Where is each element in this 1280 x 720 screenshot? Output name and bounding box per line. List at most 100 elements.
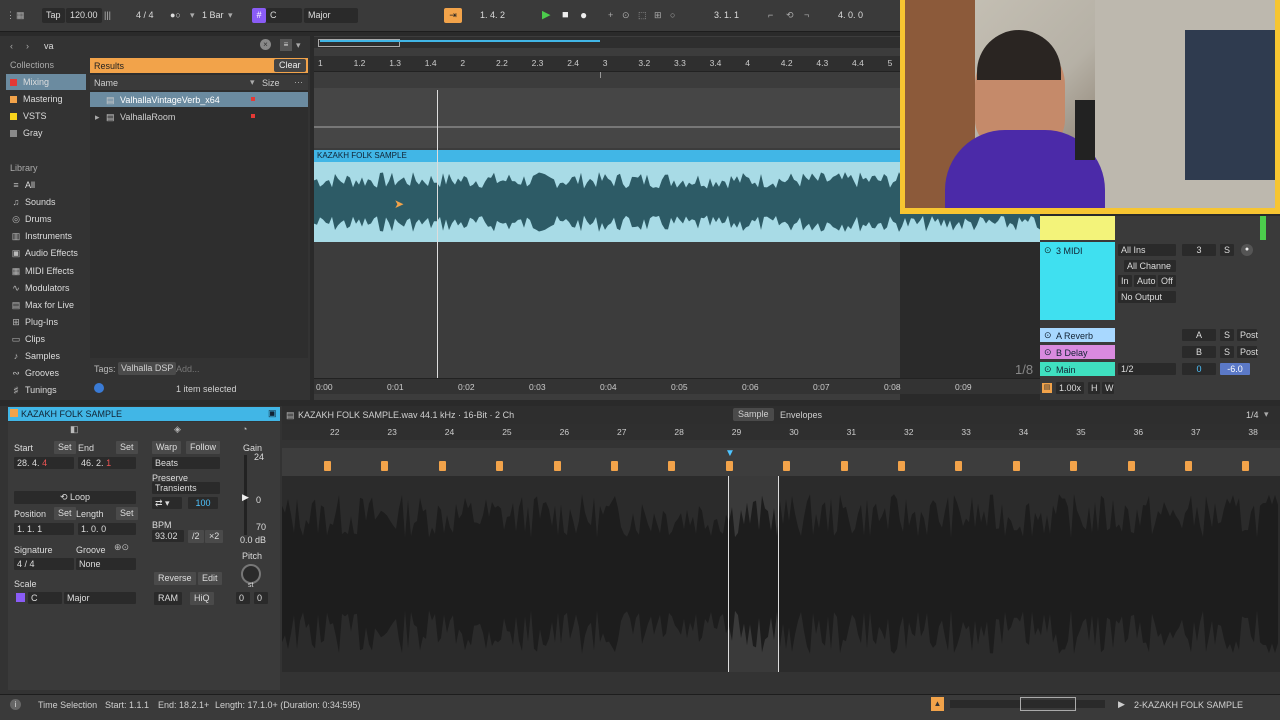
post-button[interactable]: Post bbox=[1237, 346, 1258, 358]
tab-envelopes[interactable]: Envelopes bbox=[780, 410, 822, 420]
warp-marker[interactable] bbox=[783, 461, 791, 471]
add-tag-button[interactable]: Add... bbox=[176, 364, 200, 374]
play-icon[interactable]: ▶ bbox=[542, 8, 550, 23]
launch-tab-icon[interactable]: ◔ bbox=[242, 424, 247, 434]
loop-brace[interactable] bbox=[600, 72, 900, 78]
library-item[interactable]: ⊞ Plug-Ins bbox=[10, 314, 58, 330]
save-icon[interactable]: ▣ bbox=[268, 408, 277, 419]
clip-tab-icon[interactable]: ◧ bbox=[70, 424, 79, 435]
warp-marker[interactable] bbox=[1185, 461, 1192, 471]
punch-in-icon[interactable]: ⌐ bbox=[768, 8, 773, 23]
time-ruler[interactable]: 0:00 0:01 0:02 0:03 0:04 0:05 0:06 0:07 0:08 0:09 bbox=[314, 378, 1040, 394]
chevron-down-icon[interactable]: ▾ bbox=[190, 8, 195, 23]
groove-hot-swap-icon[interactable]: ⊕⊙ bbox=[114, 542, 129, 553]
track-fold-icon[interactable]: ⊙ bbox=[1044, 364, 1052, 375]
preserve-select[interactable]: Transients bbox=[152, 482, 220, 494]
start-marker-icon[interactable]: ▼ bbox=[725, 448, 735, 459]
track-activator[interactable]: 3 bbox=[1182, 244, 1216, 256]
song-position[interactable]: 1. 4. 2 bbox=[480, 8, 505, 23]
warp-marker[interactable] bbox=[611, 461, 618, 471]
warp-marker[interactable] bbox=[1242, 461, 1250, 471]
warp-marker[interactable] bbox=[1012, 461, 1020, 471]
end-field[interactable]: 46. 2. 1 bbox=[78, 457, 136, 469]
loop-length[interactable]: 4. 0. 0 bbox=[838, 8, 863, 23]
solo-button[interactable]: S bbox=[1220, 346, 1234, 358]
warp-marker[interactable] bbox=[955, 461, 963, 471]
set-position-button[interactable]: Set bbox=[54, 507, 76, 520]
library-item[interactable]: ♫ Sounds bbox=[10, 194, 56, 210]
follow-icon[interactable]: ⇥ bbox=[444, 8, 462, 23]
clear-button[interactable]: Clear bbox=[274, 59, 306, 72]
reenable-automation-icon[interactable]: ⬚ bbox=[638, 8, 647, 23]
midi-track-name[interactable]: 3 MIDI bbox=[1056, 246, 1083, 256]
scale-mode-icon[interactable] bbox=[16, 593, 25, 602]
return-a-activator[interactable]: A bbox=[1182, 329, 1216, 341]
warp-marker[interactable] bbox=[438, 461, 446, 471]
clip-color-icon[interactable] bbox=[10, 409, 18, 417]
forward-icon[interactable]: › bbox=[26, 41, 29, 51]
return-b-activator[interactable]: B bbox=[1182, 346, 1216, 358]
warp-button[interactable]: Warp bbox=[152, 441, 182, 454]
library-item[interactable]: ♯ Tunings bbox=[10, 382, 57, 398]
library-item[interactable]: ▥ Instruments bbox=[10, 228, 72, 244]
beat-ruler[interactable]: 1 1.2 1.3 1.4 2 2.2 2.3 2.4 3 3.2 3.3 3.4 4 4.2 4.3 4.4… bbox=[314, 56, 900, 72]
back-icon[interactable]: ‹ bbox=[10, 41, 13, 51]
set-length-button[interactable]: Set bbox=[116, 507, 138, 520]
track-fold-icon[interactable]: ⊙ bbox=[1044, 330, 1052, 341]
double-tempo-button[interactable]: ×2 bbox=[205, 530, 224, 543]
collection-item[interactable]: Mastering bbox=[10, 91, 63, 107]
chevron-down-icon[interactable]: ▾ bbox=[296, 40, 301, 51]
library-item[interactable]: ≡ All bbox=[10, 177, 35, 193]
main-volume[interactable]: -6.0 bbox=[1220, 363, 1250, 375]
library-item[interactable]: ▦ MIDI Effects bbox=[10, 263, 74, 279]
signature-field[interactable]: 4 / 4 bbox=[136, 8, 154, 23]
filter-icon[interactable]: ≡ bbox=[280, 39, 292, 51]
track-fold-icon[interactable]: ⊙ bbox=[1044, 245, 1052, 256]
zoom-display[interactable]: 1.00x bbox=[1056, 382, 1084, 394]
fit-height-button[interactable]: H bbox=[1088, 382, 1100, 394]
tag-chip[interactable]: Valhalla DSP bbox=[118, 362, 177, 375]
library-item[interactable]: ▤ Max for Live bbox=[10, 297, 74, 313]
clip-name[interactable]: KAZAKH FOLK SAMPLE bbox=[21, 409, 122, 419]
warp-marker[interactable] bbox=[324, 461, 331, 471]
arm-icon[interactable]: ● bbox=[1241, 244, 1253, 256]
pitch-cents[interactable]: 0 bbox=[254, 592, 268, 604]
warp-marker[interactable] bbox=[898, 461, 905, 471]
collection-item[interactable]: VSTS bbox=[10, 108, 47, 124]
scale-select[interactable]: Major bbox=[304, 8, 358, 23]
record-icon[interactable]: ● bbox=[580, 8, 587, 23]
library-item[interactable]: ∿ Modulators bbox=[10, 280, 69, 296]
grid-quantize[interactable]: 1/8 bbox=[1015, 362, 1033, 377]
preview-icon[interactable] bbox=[94, 383, 104, 393]
loop-button[interactable]: ⟲ Loop bbox=[14, 491, 136, 504]
library-item[interactable]: ♪ Samples bbox=[10, 348, 60, 364]
metronome-icon[interactable]: ●○ bbox=[170, 8, 181, 23]
clip-title[interactable]: KAZAKH FOLK SAMPLE bbox=[314, 150, 900, 162]
expand-icon[interactable]: ▶ bbox=[1118, 699, 1125, 710]
warp-marker[interactable] bbox=[381, 461, 389, 471]
pitch-semitones[interactable]: 0 bbox=[236, 592, 250, 604]
ram-button[interactable]: RAM bbox=[154, 592, 182, 605]
overdub-icon[interactable]: + bbox=[608, 8, 613, 23]
warp-marker[interactable] bbox=[668, 461, 676, 471]
info-icon[interactable]: i bbox=[10, 699, 21, 710]
warp-marker[interactable] bbox=[840, 461, 848, 471]
gain-value[interactable]: 0.0 dB bbox=[240, 535, 266, 545]
signature-field[interactable]: 4 / 4 bbox=[14, 558, 74, 570]
output-select[interactable]: No Output bbox=[1118, 291, 1176, 303]
tempo-nudge-icon[interactable]: ||| bbox=[104, 8, 111, 23]
expand-icon[interactable]: ▸ bbox=[95, 112, 100, 123]
warp-mode-select[interactable]: Beats bbox=[152, 457, 220, 469]
warp-marker[interactable] bbox=[553, 461, 561, 471]
scale-mode-select[interactable]: Major bbox=[64, 592, 136, 604]
chevron-down-icon[interactable]: ▾ bbox=[228, 8, 233, 23]
chevron-down-icon[interactable]: ▾ bbox=[1264, 409, 1269, 420]
io-toggle-icon[interactable]: ▤ bbox=[1042, 383, 1052, 393]
scale-key-select[interactable]: C bbox=[28, 592, 62, 604]
hiq-button[interactable]: HiQ bbox=[190, 592, 214, 605]
monitor-auto-button[interactable]: Auto bbox=[1134, 275, 1156, 287]
solo-button[interactable]: S bbox=[1220, 244, 1234, 256]
loop-start[interactable]: 3. 1. 1 bbox=[714, 8, 739, 23]
half-tempo-button[interactable]: /2 bbox=[188, 530, 204, 543]
overview-window[interactable] bbox=[1020, 697, 1076, 711]
